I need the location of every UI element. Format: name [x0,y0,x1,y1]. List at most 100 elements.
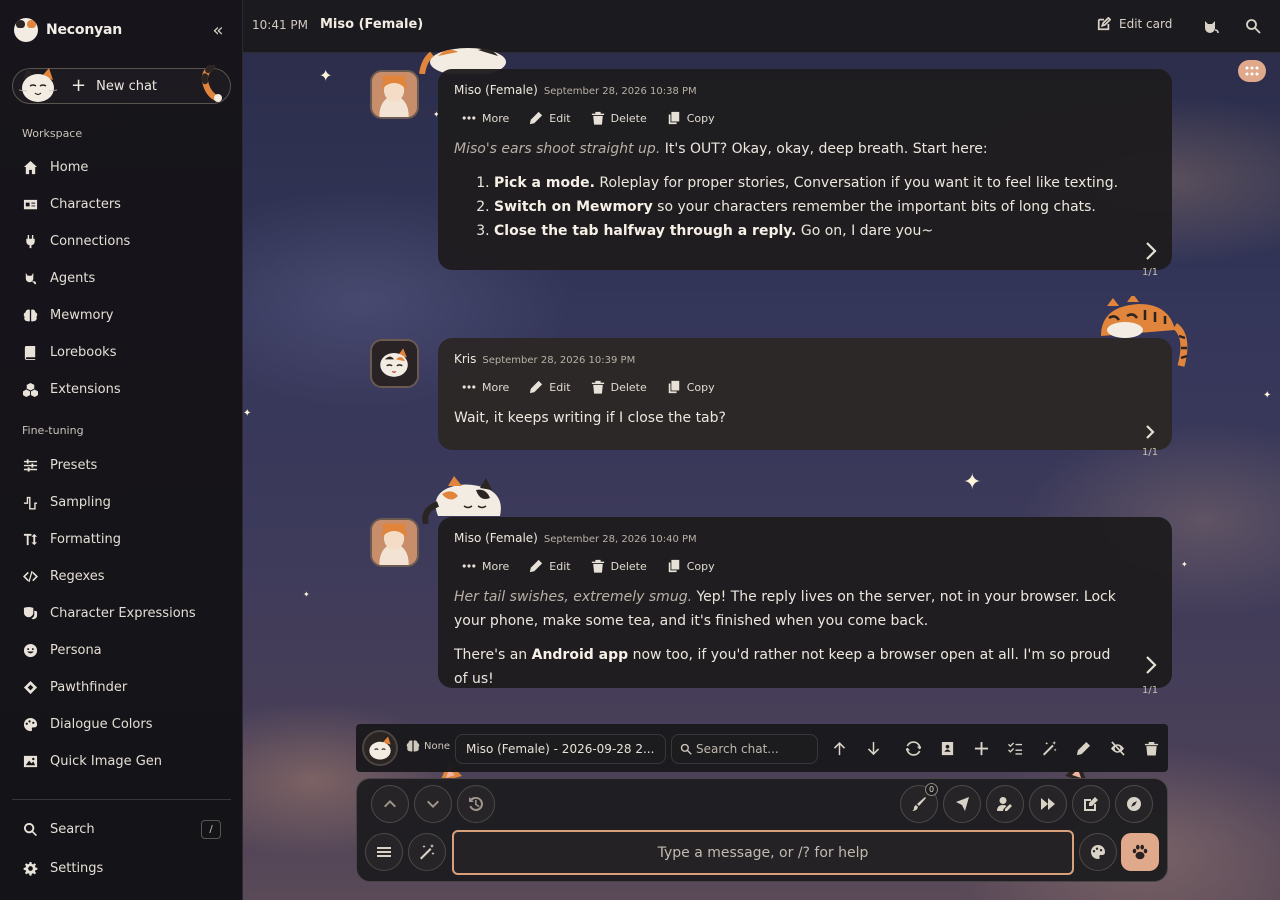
copy-button[interactable]: Copy [667,559,715,573]
avatar-kris[interactable] [370,339,419,388]
apps-menu-button[interactable] [1238,60,1266,82]
smile-icon [22,642,39,659]
more-button[interactable]: More [462,111,509,125]
delete-chat-button[interactable] [1141,738,1161,758]
checklist-button[interactable] [1005,738,1025,758]
sidebar-item-label: Sampling [50,495,111,510]
avatar-miso[interactable] [370,518,419,567]
swipe-next-button[interactable] [1144,241,1160,261]
sidebar-item-pawthfinder[interactable]: Pawthfinder [12,669,231,706]
history-icon [469,796,484,811]
sidebar-item-mewmory[interactable]: Mewmory [12,297,231,334]
new-chat-button[interactable]: + New chat [12,65,231,104]
previous-message-button[interactable] [371,785,409,823]
pencil-icon [530,559,543,573]
message-input[interactable] [454,832,1072,873]
regenerate-button[interactable] [903,738,923,758]
sidebar-item-extensions[interactable]: Extensions [12,371,231,408]
edit-button[interactable]: Edit [529,111,571,125]
edit-card-button[interactable]: Edit card [1097,17,1172,31]
sidebar-item-formatting[interactable]: Formatting [12,521,231,558]
chevron-right-icon [1146,656,1157,674]
sidebar-item-home[interactable]: Home [12,149,231,186]
edit-pencil-button[interactable] [1073,738,1093,758]
plus-icon: + [71,75,87,96]
magic-wand-button[interactable] [1039,738,1059,758]
add-button[interactable] [971,738,991,758]
palette-button[interactable] [1079,833,1117,871]
impersonate-button[interactable] [986,785,1024,823]
chat-search-input[interactable] [696,742,814,756]
sidebar-item-persona[interactable]: Persona [12,632,231,669]
agent-cat-button[interactable] [1201,16,1221,36]
character-card-button[interactable] [937,738,957,758]
list-check-icon [1007,741,1022,755]
trash-icon [1144,741,1158,756]
star-icon: ✦ [1263,390,1272,401]
memory-mode-button[interactable]: None [406,739,450,753]
brush-button[interactable]: 0 [900,783,938,823]
collapse-sidebar-button[interactable]: « [206,18,230,42]
swipe-next-button[interactable] [1144,422,1160,442]
edit-label: Edit [549,111,571,125]
home-icon [22,159,39,176]
history-button[interactable] [457,785,495,823]
more-button[interactable]: More [462,380,509,394]
magic-wand-button[interactable] [408,833,446,871]
edit-square-icon [1097,17,1111,31]
sidebar-item-characters[interactable]: Characters [12,186,231,223]
cat-tail-icon [201,65,222,102]
edit-button[interactable]: Edit [529,559,571,573]
sidebar-item-character-expressions[interactable]: Character Expressions [12,595,231,632]
menu-button[interactable] [365,833,403,871]
sidebar-item-search[interactable]: Search / [12,811,231,848]
chat-selector[interactable]: Miso (Female) - 2026-09-28 2... [455,734,666,764]
more-button[interactable]: More [462,559,509,573]
sidebar-item-label: Home [50,160,89,175]
sidebar-item-quick-image-gen[interactable]: Quick Image Gen [12,743,231,780]
send-button[interactable] [1121,833,1159,871]
delete-button[interactable]: Delete [591,111,647,125]
delete-button[interactable]: Delete [591,380,647,394]
sidebar-item-label: Agents [50,271,96,286]
persona-avatar[interactable] [362,730,398,766]
sidebar-item-connections[interactable]: Connections [12,223,231,260]
sidebar-item-lorebooks[interactable]: Lorebooks [12,334,231,371]
tips-list: Pick a mode. Roleplay for proper stories… [494,171,1126,243]
hamburger-menu-icon [377,847,391,857]
sidebar-item-regexes[interactable]: Regexes [12,558,231,595]
message-author: Miso (Female) [454,83,538,97]
swipe-next-button[interactable] [1144,655,1160,675]
delete-label: Delete [610,111,647,125]
next-message-button[interactable] [414,785,452,823]
sidebar-item-dialogue-colors[interactable]: Dialogue Colors [12,706,231,743]
list-item-text: Roleplay for proper stories, Conversatio… [594,175,1119,191]
sidebar-item-presets[interactable]: Presets [12,447,231,484]
hide-messages-button[interactable] [1107,738,1127,758]
edit-button[interactable]: Edit [529,380,571,394]
sidebar-item-sampling[interactable]: Sampling [12,484,231,521]
search-icon [1246,19,1261,34]
copy-button[interactable]: Copy [667,380,715,394]
sidebar-item-agents[interactable]: Agents [12,260,231,297]
edit-input-button[interactable] [1072,785,1110,823]
magic-wand-icon [1042,740,1057,756]
star-icon: ✦ [243,408,252,419]
scroll-up-button[interactable] [829,738,849,758]
brush-count-badge: 0 [925,783,938,796]
continue-button[interactable] [1029,785,1067,823]
avatar-miso[interactable] [370,70,419,119]
sidebar-item-label: Formatting [50,532,122,547]
sidebar-item-label: Settings [50,861,104,876]
delete-button[interactable]: Delete [591,559,647,573]
sidebar-item-settings[interactable]: Settings [12,850,231,887]
explore-button[interactable] [1115,785,1153,823]
search-chat-button[interactable] [1243,16,1263,36]
scroll-down-button[interactable] [863,738,883,758]
message-bubble: Miso (Female) September 28, 2026 10:40 P… [438,517,1172,688]
brand[interactable]: Neconyan [14,16,122,44]
gear-icon [22,860,39,877]
copy-label: Copy [686,111,715,125]
copy-button[interactable]: Copy [667,111,715,125]
send-paper-plane-button[interactable] [943,785,981,823]
